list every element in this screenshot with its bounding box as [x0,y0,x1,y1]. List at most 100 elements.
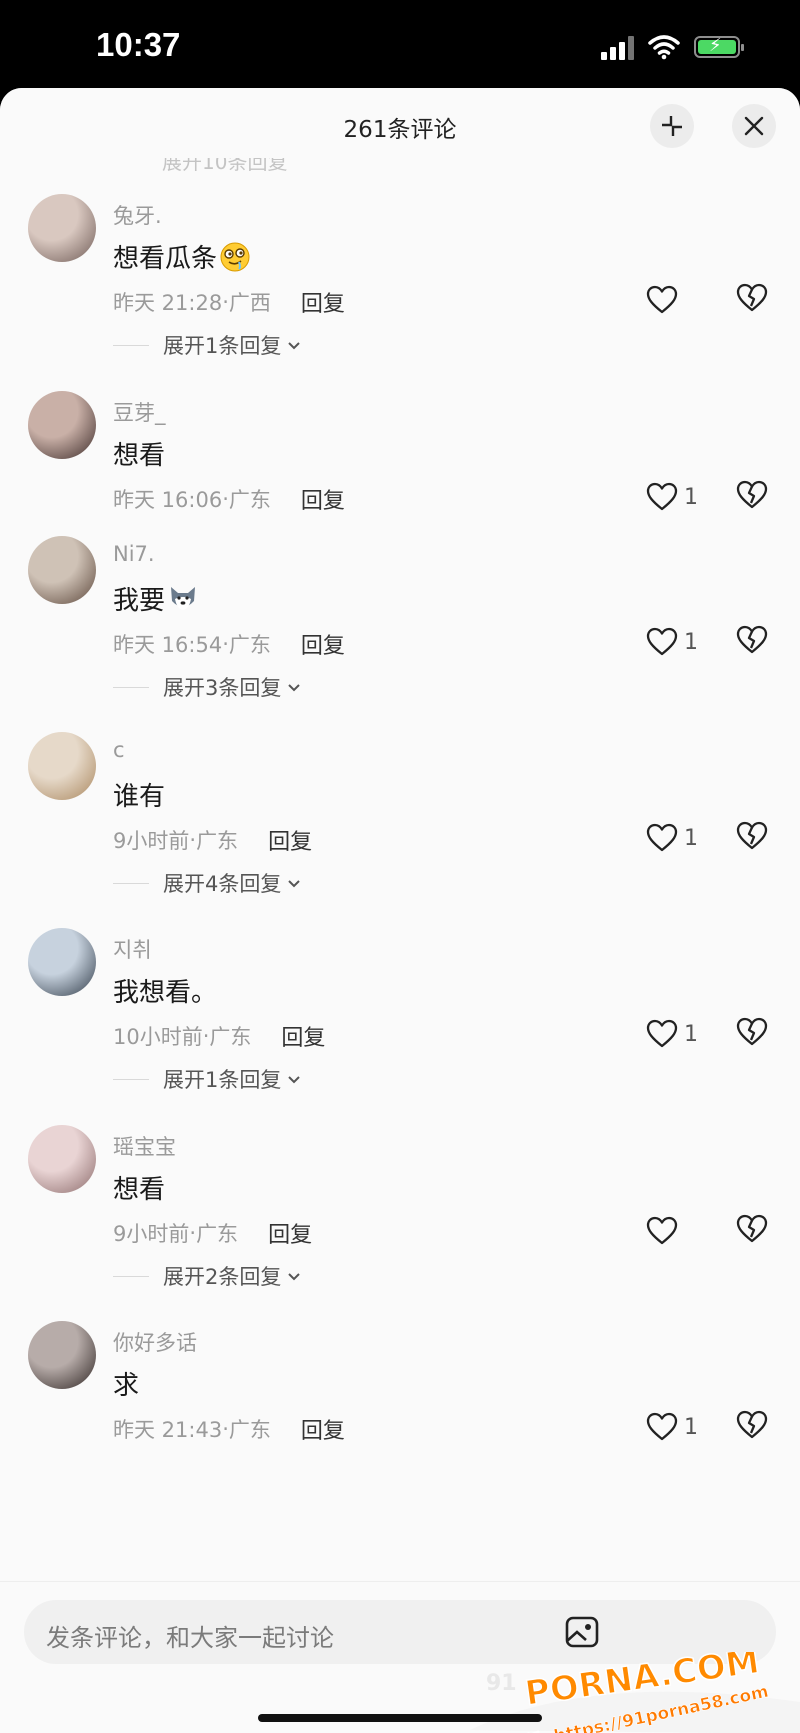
watermark-prefix: 91 [486,1671,517,1696]
comment-username[interactable]: 兔牙. [113,200,162,230]
dislike-broken-heart-icon[interactable] [736,1016,768,1048]
status-time: 10:37 [96,26,181,63]
comment-text-body: 想看 [113,1175,166,1205]
comment-time: 9小时前 [113,829,190,853]
expand-replies-button[interactable]: 展开4条回复 [113,868,303,898]
comment-text-body: 我想看。 [113,978,218,1008]
comment-meta: 昨天 21:43 · 广东 回复 [113,1413,345,1445]
dislike-broken-heart-icon[interactable] [736,282,768,314]
comment-username[interactable]: 豆芽_ [113,397,166,427]
like-button[interactable]: 1 [646,818,698,858]
comment-meta: 9小时前 · 广东 回复 [113,824,312,856]
husky-emoji [171,586,196,610]
dislike-broken-heart-icon[interactable] [736,479,768,511]
reply-button[interactable]: 回复 [268,824,312,856]
comment-item: 兔牙. 想看瓜条 昨天 21:28 · 广西 回复 展开1条回复 [0,194,800,394]
reply-button[interactable]: 回复 [301,483,345,515]
comment-text: 想看 [113,435,165,472]
avatar[interactable] [28,928,96,996]
comment-text: 想看 [113,1169,165,1206]
comment-text-body: 求 [113,1371,140,1401]
comment-meta: 10小时前 · 广东 回复 [113,1020,325,1052]
like-count: 1 [684,1414,698,1440]
comment-text: 我要 [113,580,199,617]
heart-icon [646,627,678,656]
expand-replies-button[interactable]: 展开3条回复 [113,672,303,702]
comment-username[interactable]: 瑶宝宝 [113,1131,176,1161]
comment-item: 你好多话求昨天 21:43 · 广东 回复 1 [0,1321,800,1521]
meta-separator: · [222,487,229,511]
meta-separator: · [222,632,229,656]
comment-username[interactable]: 你好多话 [113,1327,197,1357]
comment-time: 昨天 16:06 [113,488,223,512]
image-icon[interactable] [564,1614,600,1650]
avatar[interactable] [28,1321,96,1389]
like-count: 1 [684,825,698,851]
comment-location: 广东 [228,488,271,512]
chevron-down-icon [288,880,301,888]
comment-text: 求 [113,1365,139,1402]
meta-separator: · [189,828,197,852]
like-button[interactable]: 1 [646,1014,698,1054]
like-button[interactable]: 1 [646,622,698,662]
wifi-icon [648,35,680,60]
expand-replies-label: 展开2条回复 [163,1265,282,1289]
reply-button[interactable]: 回复 [281,1020,325,1052]
avatar[interactable] [28,194,96,262]
meta-separator: · [222,1417,229,1441]
comment-username[interactable]: Ni7. [113,542,155,566]
comment-item: c 谁有 9小时前 · 广东 回复 1 展开4条回复 [0,732,800,932]
like-button[interactable] [646,1211,678,1251]
status-icons: ⚡ [601,30,744,64]
comment-item: Ni7. 我要昨天 16:54 · 广东 回复 1 展开3条回复 [0,536,800,736]
comment-username[interactable]: 지취 [113,934,152,964]
comment-time: 昨天 16:54 [113,633,223,657]
expand-divider [113,1275,149,1277]
reply-button[interactable]: 回复 [301,1413,345,1445]
collapse-button[interactable] [650,104,694,148]
like-button[interactable] [646,280,678,320]
chevron-down-icon [288,342,301,350]
like-count: 1 [684,629,698,655]
dislike-broken-heart-icon[interactable] [736,624,768,656]
expand-replies-button[interactable]: 展开1条回复 [113,330,303,360]
comment-location: 广东 [209,1025,252,1049]
comment-text-body: 我要 [113,586,166,616]
avatar[interactable] [28,536,96,604]
chevron-down-icon [288,1273,301,1281]
comment-input-placeholder: 发条评论，和大家一起讨论 [46,1624,334,1652]
meta-separator: · [202,1024,210,1048]
comment-location: 广东 [228,1418,271,1442]
like-button[interactable]: 1 [646,1407,698,1447]
chevron-down-icon [288,684,301,692]
dislike-broken-heart-icon[interactable] [736,1409,768,1441]
meta-separator: · [222,290,229,314]
battery-icon: ⚡ [694,35,744,58]
comment-location: 广西 [228,291,271,315]
comment-time: 9小时前 [113,1222,190,1246]
dislike-broken-heart-icon[interactable] [736,1213,768,1245]
chevron-down-icon [288,1076,301,1084]
like-count: 1 [684,484,698,510]
comment-meta: 昨天 16:54 · 广东 回复 [113,628,345,660]
expand-replies-button[interactable]: 展开2条回复 [113,1261,303,1291]
home-indicator[interactable] [258,1714,542,1722]
expand-replies-button[interactable]: 展开1条回复 [113,1064,303,1094]
comment-text: 谁有 [113,776,165,813]
status-bar: 10:37 ⚡ [0,0,800,90]
reply-button[interactable]: 回复 [268,1217,312,1249]
reply-button[interactable]: 回复 [301,286,345,318]
like-button[interactable]: 1 [646,477,698,517]
expand-divider [113,1078,149,1080]
sheet-header: 261条评论 [0,88,800,158]
comment-text-body: 想看 [113,441,166,471]
avatar[interactable] [28,1125,96,1193]
reply-button[interactable]: 回复 [301,628,345,660]
avatar[interactable] [28,732,96,800]
close-button[interactable] [732,104,776,148]
expand-divider [113,882,149,884]
comment-username[interactable]: c [113,738,125,762]
comments-sheet: 261条评论 展开10条回复 兔牙. 想看瓜条 昨天 21:28 · 广西 回复 展开1条回… [0,88,800,1733]
dislike-broken-heart-icon[interactable] [736,820,768,852]
avatar[interactable] [28,391,96,459]
